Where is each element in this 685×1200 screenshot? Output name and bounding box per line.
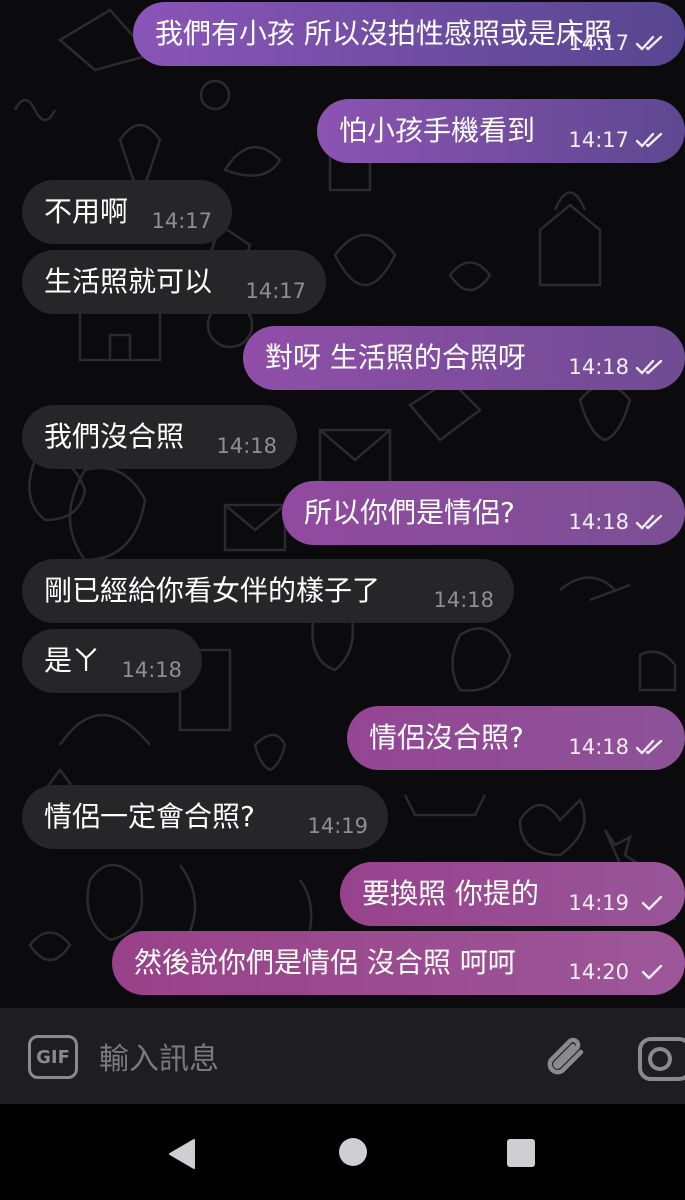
message-time: 14:18 <box>216 434 277 458</box>
message-meta: 14:20 <box>568 960 667 984</box>
chat-area[interactable]: 我們有小孩 所以沒拍性感照或是床照 14:17 怕小孩手機看到 14:17 不用啊 14:… <box>0 0 685 1008</box>
check-icon <box>641 964 663 980</box>
outgoing-message[interactable]: 怕小孩手機看到 14:17 <box>317 99 685 163</box>
message-time: 14:19 <box>307 814 368 838</box>
camera-icon[interactable] <box>636 1034 685 1084</box>
message-meta: 14:18 <box>216 434 277 458</box>
message-text: 所以你們是情侶? <box>304 496 515 529</box>
message-time: 14:18 <box>121 658 182 682</box>
incoming-message[interactable]: 剛已經給你看女伴的樣子了 14:18 <box>22 559 514 623</box>
message-meta: 14:18 <box>121 658 182 682</box>
message-time: 14:17 <box>568 128 629 152</box>
message-text: 剛已經給你看女伴的樣子了 <box>44 574 381 607</box>
double-check-icon <box>635 359 663 375</box>
gif-icon: GIF <box>28 1035 78 1079</box>
message-text: 是ㄚ <box>44 644 101 677</box>
message-text: 情侶沒合照? <box>369 721 524 754</box>
message-time: 14:17 <box>151 209 212 233</box>
message-meta: 14:19 <box>568 891 667 915</box>
double-check-icon <box>635 35 663 51</box>
recents-square-icon[interactable] <box>506 1138 536 1168</box>
message-time: 14:20 <box>568 960 629 984</box>
incoming-message[interactable]: 我們沒合照 14:18 <box>22 405 297 469</box>
check-icon <box>641 895 663 911</box>
system-nav-bar <box>0 1104 685 1200</box>
message-text: 我們有小孩 所以沒拍性感照或是床照 <box>155 17 612 50</box>
message-meta: 14:17 <box>568 31 667 55</box>
message-text: 怕小孩手機看到 <box>339 114 536 147</box>
incoming-message[interactable]: 是ㄚ 14:18 <box>22 629 202 693</box>
back-triangle-icon[interactable] <box>168 1138 196 1170</box>
gif-button[interactable]: GIF <box>28 1035 78 1079</box>
message-text: 不用啊 <box>44 195 129 228</box>
outgoing-message[interactable]: 所以你們是情侶? 14:18 <box>282 481 685 545</box>
home-circle-icon[interactable] <box>337 1136 369 1168</box>
message-text: 情侶一定會合照? <box>44 800 255 833</box>
message-meta: 14:19 <box>307 814 368 838</box>
message-text: 對呀 生活照的合照呀 <box>265 341 526 374</box>
message-time: 14:18 <box>568 510 629 534</box>
message-meta: 14:18 <box>568 735 667 759</box>
message-meta: 14:17 <box>245 279 306 303</box>
double-check-icon <box>635 739 663 755</box>
outgoing-message[interactable]: 要換照 你提的 14:19 <box>340 862 685 926</box>
message-time: 14:18 <box>568 735 629 759</box>
message-input[interactable]: 輸入訊息 <box>99 1034 219 1078</box>
message-text: 要換照 你提的 <box>362 877 539 910</box>
outgoing-message[interactable]: 然後說你們是情侶 沒合照 呵呵 14:20 <box>112 931 685 995</box>
message-text: 然後說你們是情侶 沒合照 呵呵 <box>134 946 516 979</box>
message-meta: 14:18 <box>433 588 494 612</box>
message-time: 14:19 <box>568 891 629 915</box>
outgoing-message[interactable]: 對呀 生活照的合照呀 14:18 <box>243 326 685 390</box>
message-time: 14:18 <box>568 355 629 379</box>
message-text: 生活照就可以 <box>44 265 213 298</box>
message-time: 14:18 <box>433 588 494 612</box>
incoming-message[interactable]: 情侶一定會合照? 14:19 <box>22 785 388 849</box>
paperclip-icon[interactable] <box>543 1030 589 1082</box>
outgoing-message[interactable]: 我們有小孩 所以沒拍性感照或是床照 14:17 <box>133 2 685 66</box>
message-meta: 14:18 <box>568 510 667 534</box>
message-meta: 14:17 <box>568 128 667 152</box>
message-meta: 14:17 <box>151 209 212 233</box>
double-check-icon <box>635 132 663 148</box>
outgoing-message[interactable]: 情侶沒合照? 14:18 <box>347 706 685 770</box>
message-text: 我們沒合照 <box>44 420 185 453</box>
incoming-message[interactable]: 生活照就可以 14:17 <box>22 250 326 314</box>
message-time: 14:17 <box>245 279 306 303</box>
message-meta: 14:18 <box>568 355 667 379</box>
double-check-icon <box>635 514 663 530</box>
message-time: 14:17 <box>568 31 629 55</box>
incoming-message[interactable]: 不用啊 14:17 <box>22 180 232 244</box>
